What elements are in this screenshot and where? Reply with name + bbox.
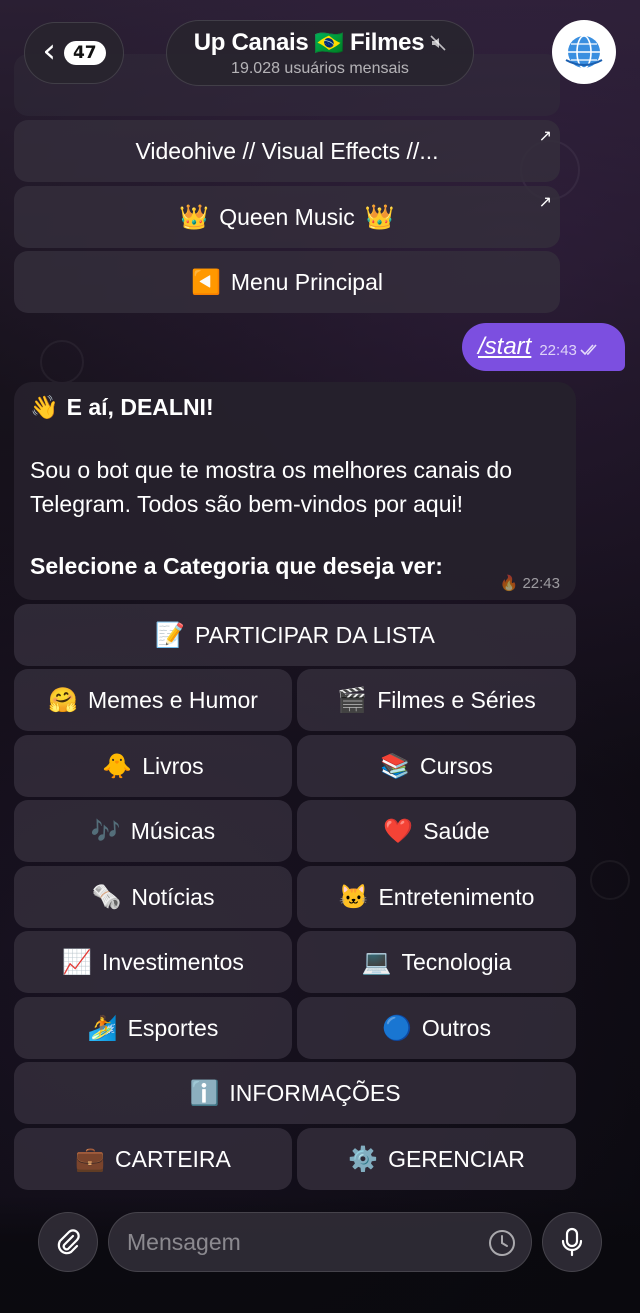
muted-icon [430, 35, 446, 51]
voice-record-button[interactable] [542, 1212, 602, 1272]
back-arrow-icon: ◀️ [190, 268, 221, 296]
category-cursos-button[interactable]: 📚 Cursos [297, 735, 576, 797]
outgoing-message[interactable]: /start 22:43 [462, 323, 625, 371]
category-esportes-button[interactable]: 🏄 Esportes [14, 997, 292, 1059]
message-cta: Selecione a Categoria que deseja ver: [30, 553, 443, 579]
attach-button[interactable] [38, 1212, 98, 1272]
videohive-button[interactable]: Videohive // Visual Effects //... ↗ [14, 120, 560, 182]
menu-principal-button[interactable]: ◀️ Menu Principal [14, 251, 560, 313]
button-label: Esportes [127, 1014, 219, 1041]
button-label: Entretenimento [378, 883, 535, 910]
button-label: Videohive // Visual Effects //... [135, 137, 439, 164]
queen-music-button[interactable]: 👑 Queen Music 👑 ↗ [14, 186, 560, 248]
briefcase-icon: 💼 [75, 1145, 105, 1173]
button-label: GERENCIAR [388, 1145, 525, 1172]
chat-title-pill[interactable]: Up Canais 🇧🇷 Filmes 19.028 usuários mens… [166, 20, 474, 86]
button-label: Músicas [130, 817, 216, 844]
fire-icon: 🔥 [499, 575, 519, 592]
category-investimentos-button[interactable]: 📈 Investimentos [14, 931, 292, 993]
category-outros-button[interactable]: 🔵 Outros [297, 997, 576, 1059]
category-livros-button[interactable]: 🐥 Livros [14, 735, 292, 797]
message-body: Sou o bot que te mostra os melhores cana… [30, 457, 513, 517]
button-label: INFORMAÇÕES [229, 1079, 401, 1106]
button-label: Menu Principal [230, 268, 384, 295]
crown-icon: 👑 [179, 203, 210, 231]
category-tecnologia-button[interactable]: 💻 Tecnologia [297, 931, 576, 993]
chat-subtitle: 19.028 usuários mensais [231, 59, 409, 77]
button-label: CARTEIRA [115, 1145, 231, 1172]
button-label: Saúde [423, 817, 490, 844]
button-label: Outros [421, 1014, 491, 1041]
laptop-icon: 💻 [361, 948, 392, 976]
globe-icon [565, 35, 603, 69]
outgoing-command[interactable]: /start [478, 333, 531, 361]
paperclip-icon [57, 1229, 80, 1255]
category-memes-button[interactable]: 🤗 Memes e Humor [14, 669, 292, 731]
heart-icon: ❤️ [383, 817, 414, 845]
books-icon: 📚 [380, 752, 411, 780]
film-icon: 🎬 [337, 686, 368, 714]
greeting-text: E aí, DEALNI! [66, 394, 214, 420]
brazil-flag-icon: 🇧🇷 [314, 29, 345, 57]
wallpaper-doodle [590, 860, 630, 900]
unread-count-badge: 47 [63, 40, 106, 66]
chart-icon: 📈 [62, 948, 92, 976]
button-label: Notícias [131, 883, 215, 910]
button-label: Livros [142, 752, 204, 779]
message-input-wrapper[interactable] [108, 1212, 532, 1272]
double-check-icon [580, 344, 597, 356]
chat-title-left: Up Canais [193, 29, 309, 56]
button-label: PARTICIPAR DA LISTA [195, 621, 435, 648]
info-icon: ℹ️ [189, 1079, 220, 1107]
external-link-icon: ↗ [538, 128, 552, 145]
chevron-left-icon: ‹ [42, 31, 56, 71]
blue-circle-icon: 🔵 [382, 1014, 412, 1042]
waving-hand-icon: 👋 [30, 394, 59, 420]
category-saude-button[interactable]: ❤️ Saúde [297, 800, 576, 862]
informacoes-button[interactable]: ℹ️ INFORMAÇÕES [14, 1062, 576, 1124]
microphone-icon [561, 1227, 583, 1257]
chick-icon: 🐥 [102, 752, 133, 780]
message-time: 22:43 [522, 575, 560, 592]
participar-lista-button[interactable]: 📝 PARTICIPAR DA LISTA [14, 604, 576, 666]
surfer-icon: 🏄 [87, 1014, 118, 1042]
carteira-button[interactable]: 💼 CARTEIRA [14, 1128, 292, 1190]
message-meta: 🔥 22:43 [500, 574, 560, 592]
wallpaper-doodle [40, 340, 84, 384]
incoming-message: 👋 E aí, DEALNI! Sou o bot que te mostra … [14, 382, 576, 600]
crown-icon: 👑 [364, 203, 395, 231]
gear-icon: ⚙️ [348, 1145, 379, 1173]
button-label: Tecnologia [401, 948, 512, 975]
category-filmes-button[interactable]: 🎬 Filmes e Séries [297, 669, 576, 731]
category-musicas-button[interactable]: 🎶 Músicas [14, 800, 292, 862]
button-label: Queen Music [219, 203, 355, 230]
button-label: Filmes e Séries [377, 686, 536, 713]
newspaper-icon: 🗞️ [91, 883, 122, 911]
bot-avatar[interactable] [552, 20, 616, 84]
sticker-clock-icon[interactable] [487, 1228, 517, 1258]
back-button[interactable]: ‹ 47 [24, 22, 124, 84]
button-label: Cursos [420, 752, 493, 779]
music-icon: 🎶 [90, 817, 121, 845]
cat-icon: 🐱 [338, 883, 369, 911]
button-label: Investimentos [101, 948, 244, 975]
category-noticias-button[interactable]: 🗞️ Notícias [14, 866, 292, 928]
button-label: Memes e Humor [87, 686, 258, 713]
chat-title-right: Filmes [350, 29, 425, 56]
message-time: 22:43 [539, 341, 577, 359]
category-entretenimento-button[interactable]: 🐱 Entretenimento [297, 866, 576, 928]
gerenciar-button[interactable]: ⚙️ GERENCIAR [297, 1128, 576, 1190]
memo-icon: 📝 [155, 621, 185, 649]
hugging-face-icon: 🤗 [48, 686, 78, 714]
external-link-icon: ↗ [538, 194, 552, 211]
message-input[interactable] [127, 1228, 467, 1256]
